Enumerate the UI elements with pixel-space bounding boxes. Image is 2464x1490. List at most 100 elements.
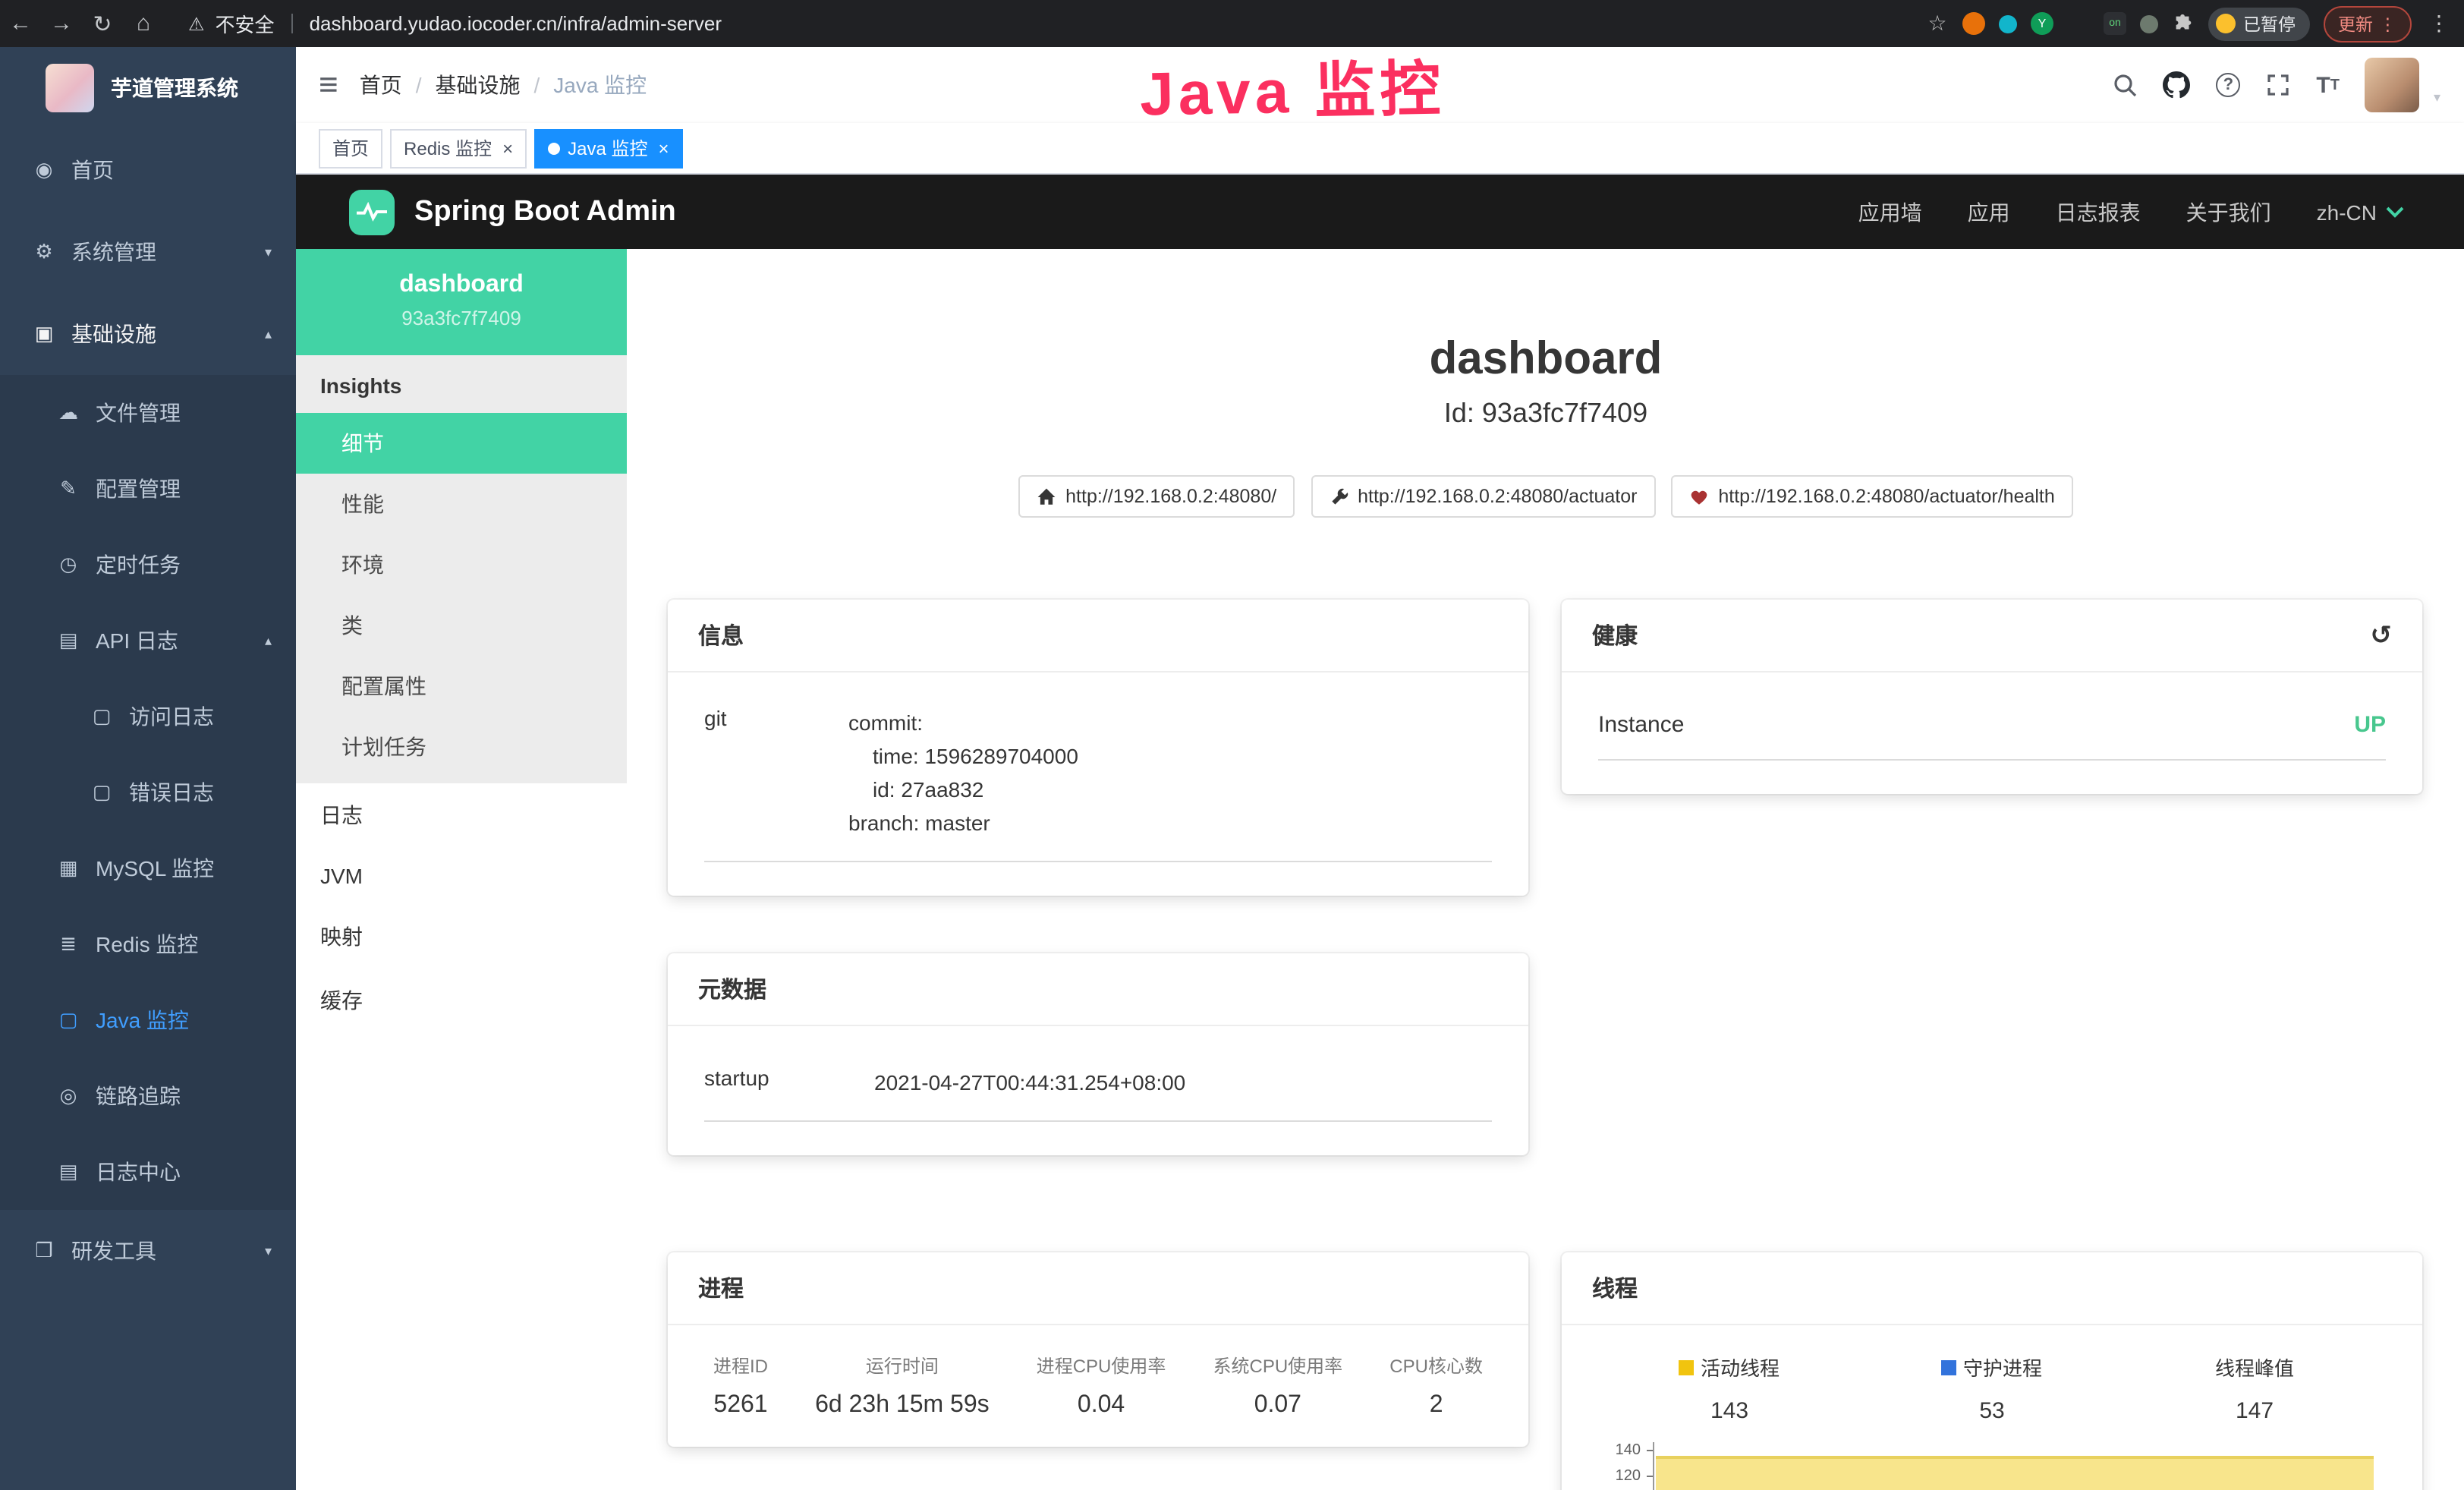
- sba-menu-caches[interactable]: 缓存: [296, 969, 627, 1032]
- sba-menu-scheduled-tasks[interactable]: 计划任务: [296, 717, 627, 777]
- app-header: ≡ 首页 / 基础设施 / Java 监控 Java 监控 ? TT ▾: [296, 47, 2464, 123]
- tab-home[interactable]: 首页: [319, 128, 382, 168]
- chrome-update-button[interactable]: 更新 ⋮: [2323, 5, 2412, 42]
- extensions-puzzle-icon[interactable]: [2172, 12, 2195, 35]
- spring-boot-admin-logo[interactable]: [349, 189, 395, 235]
- infrastructure-icon: ▣: [30, 322, 58, 346]
- browser-menu-icon[interactable]: ⋮: [2428, 11, 2450, 36]
- sba-nav-about[interactable]: 关于我们: [2186, 197, 2271, 227]
- health-url-button[interactable]: http://192.168.0.2:48080/actuator/health: [1671, 475, 2072, 518]
- back-icon[interactable]: ←: [0, 11, 41, 36]
- bookmark-star-icon[interactable]: ☆: [1926, 12, 1949, 35]
- instance-links: http://192.168.0.2:48080/ http://192.168…: [627, 475, 2464, 518]
- history-icon[interactable]: ↺: [2371, 622, 2393, 648]
- sidebar-item-dev-tools[interactable]: ❒ 研发工具 ▾: [0, 1210, 296, 1292]
- browser-home-icon[interactable]: ⌂: [123, 11, 164, 36]
- health-instance-row[interactable]: Instance UP: [1598, 694, 2386, 761]
- sba-nav-journal[interactable]: 日志报表: [2056, 197, 2141, 227]
- sidebar-item-redis-monitor[interactable]: ≣ Redis 监控: [0, 906, 296, 982]
- sidebar-item-home[interactable]: ◉ 首页: [0, 129, 296, 211]
- metric-pid: 进程ID 5261: [713, 1353, 768, 1419]
- sba-menu-details[interactable]: 细节: [296, 413, 627, 474]
- sba-menu-config-props[interactable]: 配置属性: [296, 656, 627, 717]
- sidebar-item-system-mgmt[interactable]: ⚙ 系统管理 ▾: [0, 211, 296, 293]
- sidebar-item-config-mgmt[interactable]: ✎ 配置管理: [0, 451, 296, 527]
- fullscreen-icon[interactable]: [2266, 73, 2290, 97]
- tab-java-monitor[interactable]: Java 监控 ×: [534, 128, 682, 168]
- extension-icon-green[interactable]: Y: [2031, 12, 2053, 35]
- security-label: 不安全: [216, 9, 275, 38]
- browser-actions: ☆ Y on 已暂停 更新 ⋮ ⋮: [1926, 5, 2464, 42]
- eye-icon: ◎: [55, 1084, 82, 1108]
- sidebar-item-mysql-monitor[interactable]: ▦ MySQL 监控: [0, 830, 296, 906]
- chevron-down-icon: ▾: [265, 244, 272, 260]
- status-badge: UP: [2354, 712, 2386, 738]
- search-icon[interactable]: [2113, 73, 2137, 97]
- github-icon[interactable]: [2163, 71, 2190, 99]
- extension-icon-leaf[interactable]: [2140, 14, 2158, 33]
- wrench-icon: [1329, 487, 1348, 506]
- actuator-url-button[interactable]: http://192.168.0.2:48080/actuator: [1311, 475, 1655, 518]
- chevron-up-icon: ▴: [265, 632, 272, 649]
- hamburger-menu-icon[interactable]: ≡: [296, 68, 360, 102]
- forward-icon[interactable]: →: [41, 11, 82, 36]
- breadcrumb-home[interactable]: 首页: [360, 70, 402, 100]
- sba-nav-links: 应用墙 应用 日志报表 关于我们 zh-CN: [1858, 197, 2404, 227]
- error-log-icon: ▢: [88, 780, 115, 805]
- sidebar-item-tracing[interactable]: ◎ 链路追踪: [0, 1058, 296, 1134]
- extension-icon-orange[interactable]: [1962, 12, 1985, 35]
- app-logo-image: [46, 64, 94, 112]
- sidebar-item-java-monitor[interactable]: ▢ Java 监控: [0, 982, 296, 1058]
- sidebar-item-log-center[interactable]: ▤ 日志中心: [0, 1134, 296, 1210]
- extension-icon-teal[interactable]: [1999, 14, 2017, 33]
- close-icon[interactable]: ×: [658, 137, 669, 159]
- monitor-icon: ▢: [55, 1008, 82, 1032]
- sba-menu-performance[interactable]: 性能: [296, 474, 627, 534]
- user-avatar[interactable]: [2365, 58, 2420, 112]
- metric-system-cpu: 系统CPU使用率 0.07: [1213, 1353, 1343, 1419]
- help-icon[interactable]: ?: [2216, 73, 2240, 97]
- tab-redis-monitor[interactable]: Redis 监控 ×: [390, 128, 527, 168]
- card-health: 健康 ↺ Instance UP: [1562, 600, 2422, 794]
- service-url-button[interactable]: http://192.168.0.2:48080/: [1018, 475, 1295, 518]
- sidebar-item-cron-jobs[interactable]: ◷ 定时任务: [0, 527, 296, 603]
- profile-paused-badge[interactable]: 已暂停: [2208, 7, 2309, 40]
- breadcrumb-infrastructure[interactable]: 基础设施: [435, 70, 520, 100]
- sba-menu-classes[interactable]: 类: [296, 595, 627, 656]
- sba-menu-jvm[interactable]: JVM: [296, 847, 627, 905]
- reload-icon[interactable]: ↻: [82, 10, 123, 37]
- address-bar[interactable]: ⚠ 不安全 dashboard.yudao.iocoder.cn/infra/a…: [188, 9, 1926, 38]
- sidebar-item-access-logs[interactable]: ▢ 访问日志: [0, 679, 296, 754]
- sba-sidebar: dashboard 93a3fc7f7409 Insights 细节 性能 环境…: [296, 249, 627, 1490]
- sidebar-menu: ◉ 首页 ⚙ 系统管理 ▾ ▣ 基础设施 ▴ ☁ 文件管理 ✎ 配置管理: [0, 129, 296, 1292]
- browser-toolbar: ← → ↻ ⌂ ⚠ 不安全 dashboard.yudao.iocoder.cn…: [0, 0, 2464, 47]
- app-logo[interactable]: 芋道管理系统: [0, 47, 296, 129]
- legend-live-threads: 活动线程 143: [1598, 1353, 1861, 1424]
- card-info: 信息 git commit: time: 1596289704000 id: 2…: [668, 600, 1528, 896]
- sba-menu-logs[interactable]: 日志: [296, 783, 627, 847]
- cloud-icon: ☁: [55, 401, 82, 425]
- sba-nav-wallboard[interactable]: 应用墙: [1858, 197, 1922, 227]
- sba-brand-title[interactable]: Spring Boot Admin: [414, 195, 676, 228]
- sba-menu-mappings[interactable]: 映射: [296, 905, 627, 969]
- info-git-row: git commit: time: 1596289704000 id: 27aa…: [704, 694, 1492, 862]
- sba-nav-applications[interactable]: 应用: [1968, 197, 2010, 227]
- sidebar-item-error-logs[interactable]: ▢ 错误日志: [0, 754, 296, 830]
- sba-selected-instance[interactable]: dashboard 93a3fc7f7409: [296, 249, 627, 355]
- breadcrumb-current: Java 监控: [553, 70, 647, 100]
- url-text: dashboard.yudao.iocoder.cn/infra/admin-s…: [310, 12, 722, 35]
- locale-select[interactable]: zh-CN: [2317, 200, 2404, 224]
- sidebar-item-api-logs[interactable]: ▤ API 日志 ▴: [0, 603, 296, 679]
- threads-chart-plot: [1653, 1442, 2386, 1490]
- toolbox-icon: ❒: [30, 1239, 58, 1263]
- api-log-icon: ▤: [55, 628, 82, 653]
- extension-icon-on-badge[interactable]: on: [2104, 12, 2126, 35]
- close-icon[interactable]: ×: [502, 137, 513, 159]
- extension-icon-grid[interactable]: [2067, 12, 2090, 35]
- font-size-icon[interactable]: TT: [2316, 72, 2340, 98]
- divider: [291, 14, 293, 33]
- sidebar-item-file-mgmt[interactable]: ☁ 文件管理: [0, 375, 296, 451]
- sidebar-item-infrastructure[interactable]: ▣ 基础设施 ▴: [0, 293, 296, 375]
- app-title: 芋道管理系统: [111, 73, 238, 103]
- sba-menu-environment[interactable]: 环境: [296, 534, 627, 595]
